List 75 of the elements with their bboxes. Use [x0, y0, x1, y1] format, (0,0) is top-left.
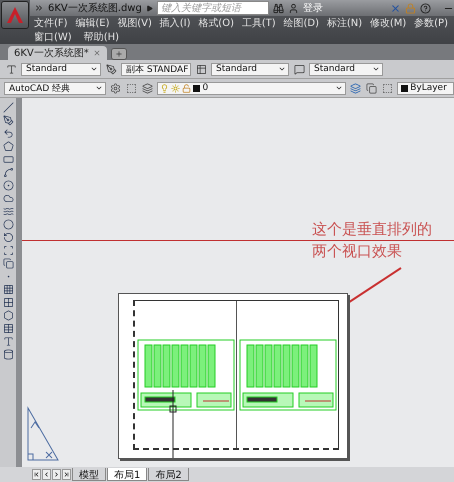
workspace-dropdown[interactable]: AutoCAD 经典: [4, 82, 106, 94]
new-tab-button[interactable]: [110, 48, 127, 60]
annotation-text: 这个是垂直排列的: [312, 220, 432, 238]
menu-item[interactable]: 修改(M): [370, 16, 406, 30]
style-dropdown[interactable]: Standard: [21, 62, 101, 76]
menu-item[interactable]: 标注(N): [326, 16, 362, 30]
menu-item[interactable]: 绘图(D): [284, 16, 320, 30]
first-tab-button[interactable]: [32, 469, 41, 480]
menu-item[interactable]: 工具(T): [242, 16, 276, 30]
next-tab-button[interactable]: [52, 469, 61, 480]
last-tab-button[interactable]: [62, 469, 71, 480]
settings-icon[interactable]: [108, 81, 122, 95]
quick-access-icon[interactable]: [34, 3, 44, 13]
layer-dropdown[interactable]: 0: [157, 82, 346, 94]
menu-item[interactable]: 帮助(H): [84, 30, 120, 44]
binoculars-icon[interactable]: [272, 2, 284, 14]
line-icon[interactable]: [2, 102, 14, 113]
first-icon: [33, 471, 40, 478]
previous-icon: [43, 471, 50, 478]
play-icon[interactable]: [146, 4, 153, 12]
close-icon[interactable]: [92, 49, 101, 57]
menu-item[interactable]: 视图(V): [117, 16, 152, 30]
layer-manager-icon[interactable]: [141, 81, 154, 95]
curve-icon[interactable]: [2, 167, 14, 178]
ucs-icon: [26, 406, 60, 462]
menu-item[interactable]: 格式(O): [198, 16, 234, 30]
last-icon: [63, 471, 70, 478]
caret-icon: [372, 65, 380, 73]
menu-item[interactable]: 文件(F): [34, 16, 68, 30]
logo-icon: [6, 6, 24, 24]
menu-item[interactable]: 插入(I): [160, 16, 190, 30]
login-link[interactable]: 登录: [302, 1, 323, 15]
application-menu-button[interactable]: [1, 1, 29, 29]
layout-tab[interactable]: 布局2: [148, 468, 189, 481]
text-icon[interactable]: [2, 336, 14, 347]
circle-icon[interactable]: [2, 180, 14, 191]
caret-icon: [90, 65, 98, 73]
layer-name: 0: [202, 83, 208, 93]
help-icon[interactable]: [420, 2, 431, 14]
color-swatch-icon: [193, 84, 200, 92]
search-field[interactable]: 键入关键字或短语: [156, 1, 269, 15]
layout-tab[interactable]: 布局1: [107, 468, 148, 481]
table-style-icon[interactable]: [194, 62, 208, 76]
crosshair-cursor: [169, 390, 177, 458]
layout-tab[interactable]: 模型: [72, 468, 106, 481]
previous-tab-button[interactable]: [42, 469, 51, 480]
multileader-style-icon[interactable]: [292, 62, 306, 76]
tab-label: 6KV一次系统图*: [14, 46, 89, 60]
plus-icon: [114, 50, 123, 58]
annotation-text: 两个视口效果: [312, 242, 403, 260]
cloud-icon[interactable]: [2, 193, 14, 204]
caret-icon: [94, 84, 103, 92]
layer-state-icon[interactable]: [348, 81, 362, 95]
polygon-icon[interactable]: [2, 141, 14, 152]
color-swatch-icon: [401, 84, 408, 92]
document-tab[interactable]: 6KV一次系统图*: [8, 46, 107, 60]
next-icon: [53, 471, 60, 478]
user-icon[interactable]: [288, 2, 299, 14]
style-dropdown[interactable]: Standard: [211, 62, 289, 76]
color-dropdown[interactable]: ByLayer: [397, 82, 454, 94]
rectangle-icon[interactable]: [2, 154, 14, 165]
menu-item[interactable]: 参数(P): [414, 16, 448, 30]
sun-icon: [171, 84, 180, 92]
bulb-icon: [160, 84, 170, 92]
style-dropdown[interactable]: Standard: [309, 62, 383, 76]
caret-icon: [278, 65, 286, 73]
hatch-icon[interactable]: [2, 284, 14, 295]
menu-item[interactable]: 窗口(W): [34, 30, 72, 44]
caret-icon: [334, 84, 343, 92]
menu-item[interactable]: 编辑(E): [75, 16, 110, 30]
window-title: 6KV一次系统图.dwg: [48, 2, 142, 15]
lock-icon: [182, 84, 192, 92]
table-icon[interactable]: [2, 323, 14, 334]
style-dropdown[interactable]: 副本 STANDAF: [121, 62, 191, 76]
color-name: ByLayer: [410, 83, 447, 93]
